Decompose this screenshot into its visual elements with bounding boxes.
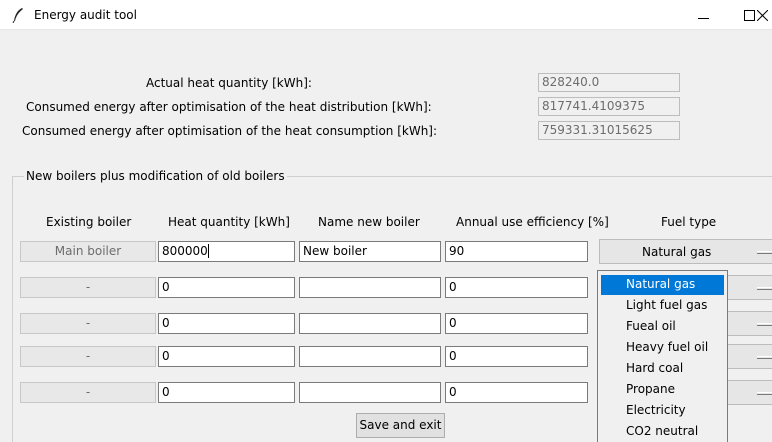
existing-boiler-cell: Main boiler xyxy=(20,241,156,262)
option-menu-indicator-icon xyxy=(757,356,772,359)
heat-distribution-label: Consumed energy after optimisation of th… xyxy=(26,100,432,114)
boiler-name-input[interactable] xyxy=(299,313,441,334)
existing-boiler-cell: - xyxy=(20,313,156,334)
fuel-option-hard-coal[interactable]: Hard coal xyxy=(601,359,724,379)
option-menu-indicator-icon xyxy=(757,251,772,254)
heat-quantity-input[interactable]: 0 xyxy=(158,313,295,334)
efficiency-input[interactable]: 90 xyxy=(445,241,588,262)
text-cursor xyxy=(207,244,209,258)
heat-quantity-input[interactable]: 0 xyxy=(158,382,295,403)
heat-quantity-input[interactable]: 800000 xyxy=(158,241,295,262)
heat-consumption-label: Consumed energy after optimisation of th… xyxy=(22,124,438,138)
window-title: Energy audit tool xyxy=(34,8,137,22)
option-menu-indicator-icon xyxy=(757,323,772,326)
option-menu-indicator-icon xyxy=(757,287,772,290)
option-menu-indicator-icon xyxy=(757,392,772,395)
existing-boiler-cell: - xyxy=(20,382,156,403)
fuel-option-electricity[interactable]: Electricity xyxy=(601,401,724,421)
header-heat-quantity: Heat quantity [kWh] xyxy=(168,215,290,229)
fuel-option-co2-neutral[interactable]: CO2 neutral xyxy=(601,422,724,442)
efficiency-input[interactable]: 0 xyxy=(445,382,588,403)
boiler-name-input[interactable]: New boiler xyxy=(299,241,441,262)
title-bar: Energy audit tool xyxy=(0,0,772,30)
fuel-option-heavy-fuel-oil[interactable]: Heavy fuel oil xyxy=(601,338,724,358)
maximize-icon xyxy=(744,10,755,21)
fuel-type-dropdown: Natural gas Light fuel gas Fueal oil Hea… xyxy=(597,270,728,442)
fuel-option-fueal-oil[interactable]: Fueal oil xyxy=(601,317,724,337)
header-fuel-type: Fuel type xyxy=(661,215,717,229)
boiler-name-input[interactable] xyxy=(299,277,441,298)
fuel-option-light-fuel-gas[interactable]: Light fuel gas xyxy=(601,296,724,316)
header-name-new-boiler: Name new boiler xyxy=(318,215,420,229)
existing-boiler-cell: - xyxy=(20,277,156,298)
fuel-type-value: Natural gas xyxy=(642,245,712,259)
heat-quantity-input[interactable]: 0 xyxy=(158,277,295,298)
fuel-type-menu-button[interactable]: Natural gas xyxy=(599,239,772,264)
boilers-group-title: New boilers plus modification of old boi… xyxy=(24,169,287,183)
actual-heat-value[interactable]: 828240.0 xyxy=(538,73,680,92)
boiler-name-input[interactable] xyxy=(299,346,441,367)
close-button[interactable] xyxy=(757,0,772,30)
close-icon xyxy=(757,10,768,21)
efficiency-input[interactable]: 0 xyxy=(445,313,588,334)
minimize-button[interactable] xyxy=(680,0,726,30)
heat-consumption-value[interactable]: 759331.31015625 xyxy=(538,121,680,140)
fuel-option-propane[interactable]: Propane xyxy=(601,380,724,400)
heat-quantity-input[interactable]: 0 xyxy=(158,346,295,367)
existing-boiler-cell: - xyxy=(20,346,156,367)
efficiency-input[interactable]: 0 xyxy=(445,346,588,367)
efficiency-input[interactable]: 0 xyxy=(445,277,588,298)
boiler-name-input[interactable] xyxy=(299,382,441,403)
minimize-icon xyxy=(698,18,709,19)
header-existing-boiler: Existing boiler xyxy=(46,215,132,229)
save-and-exit-button[interactable]: Save and exit xyxy=(356,413,445,438)
fuel-option-natural-gas[interactable]: Natural gas xyxy=(601,275,724,295)
heat-distribution-value[interactable]: 817741.4109375 xyxy=(538,97,680,116)
header-annual-efficiency: Annual use efficiency [%] xyxy=(456,215,609,229)
feather-icon xyxy=(12,8,23,23)
actual-heat-label: Actual heat quantity [kWh]: xyxy=(146,76,312,90)
